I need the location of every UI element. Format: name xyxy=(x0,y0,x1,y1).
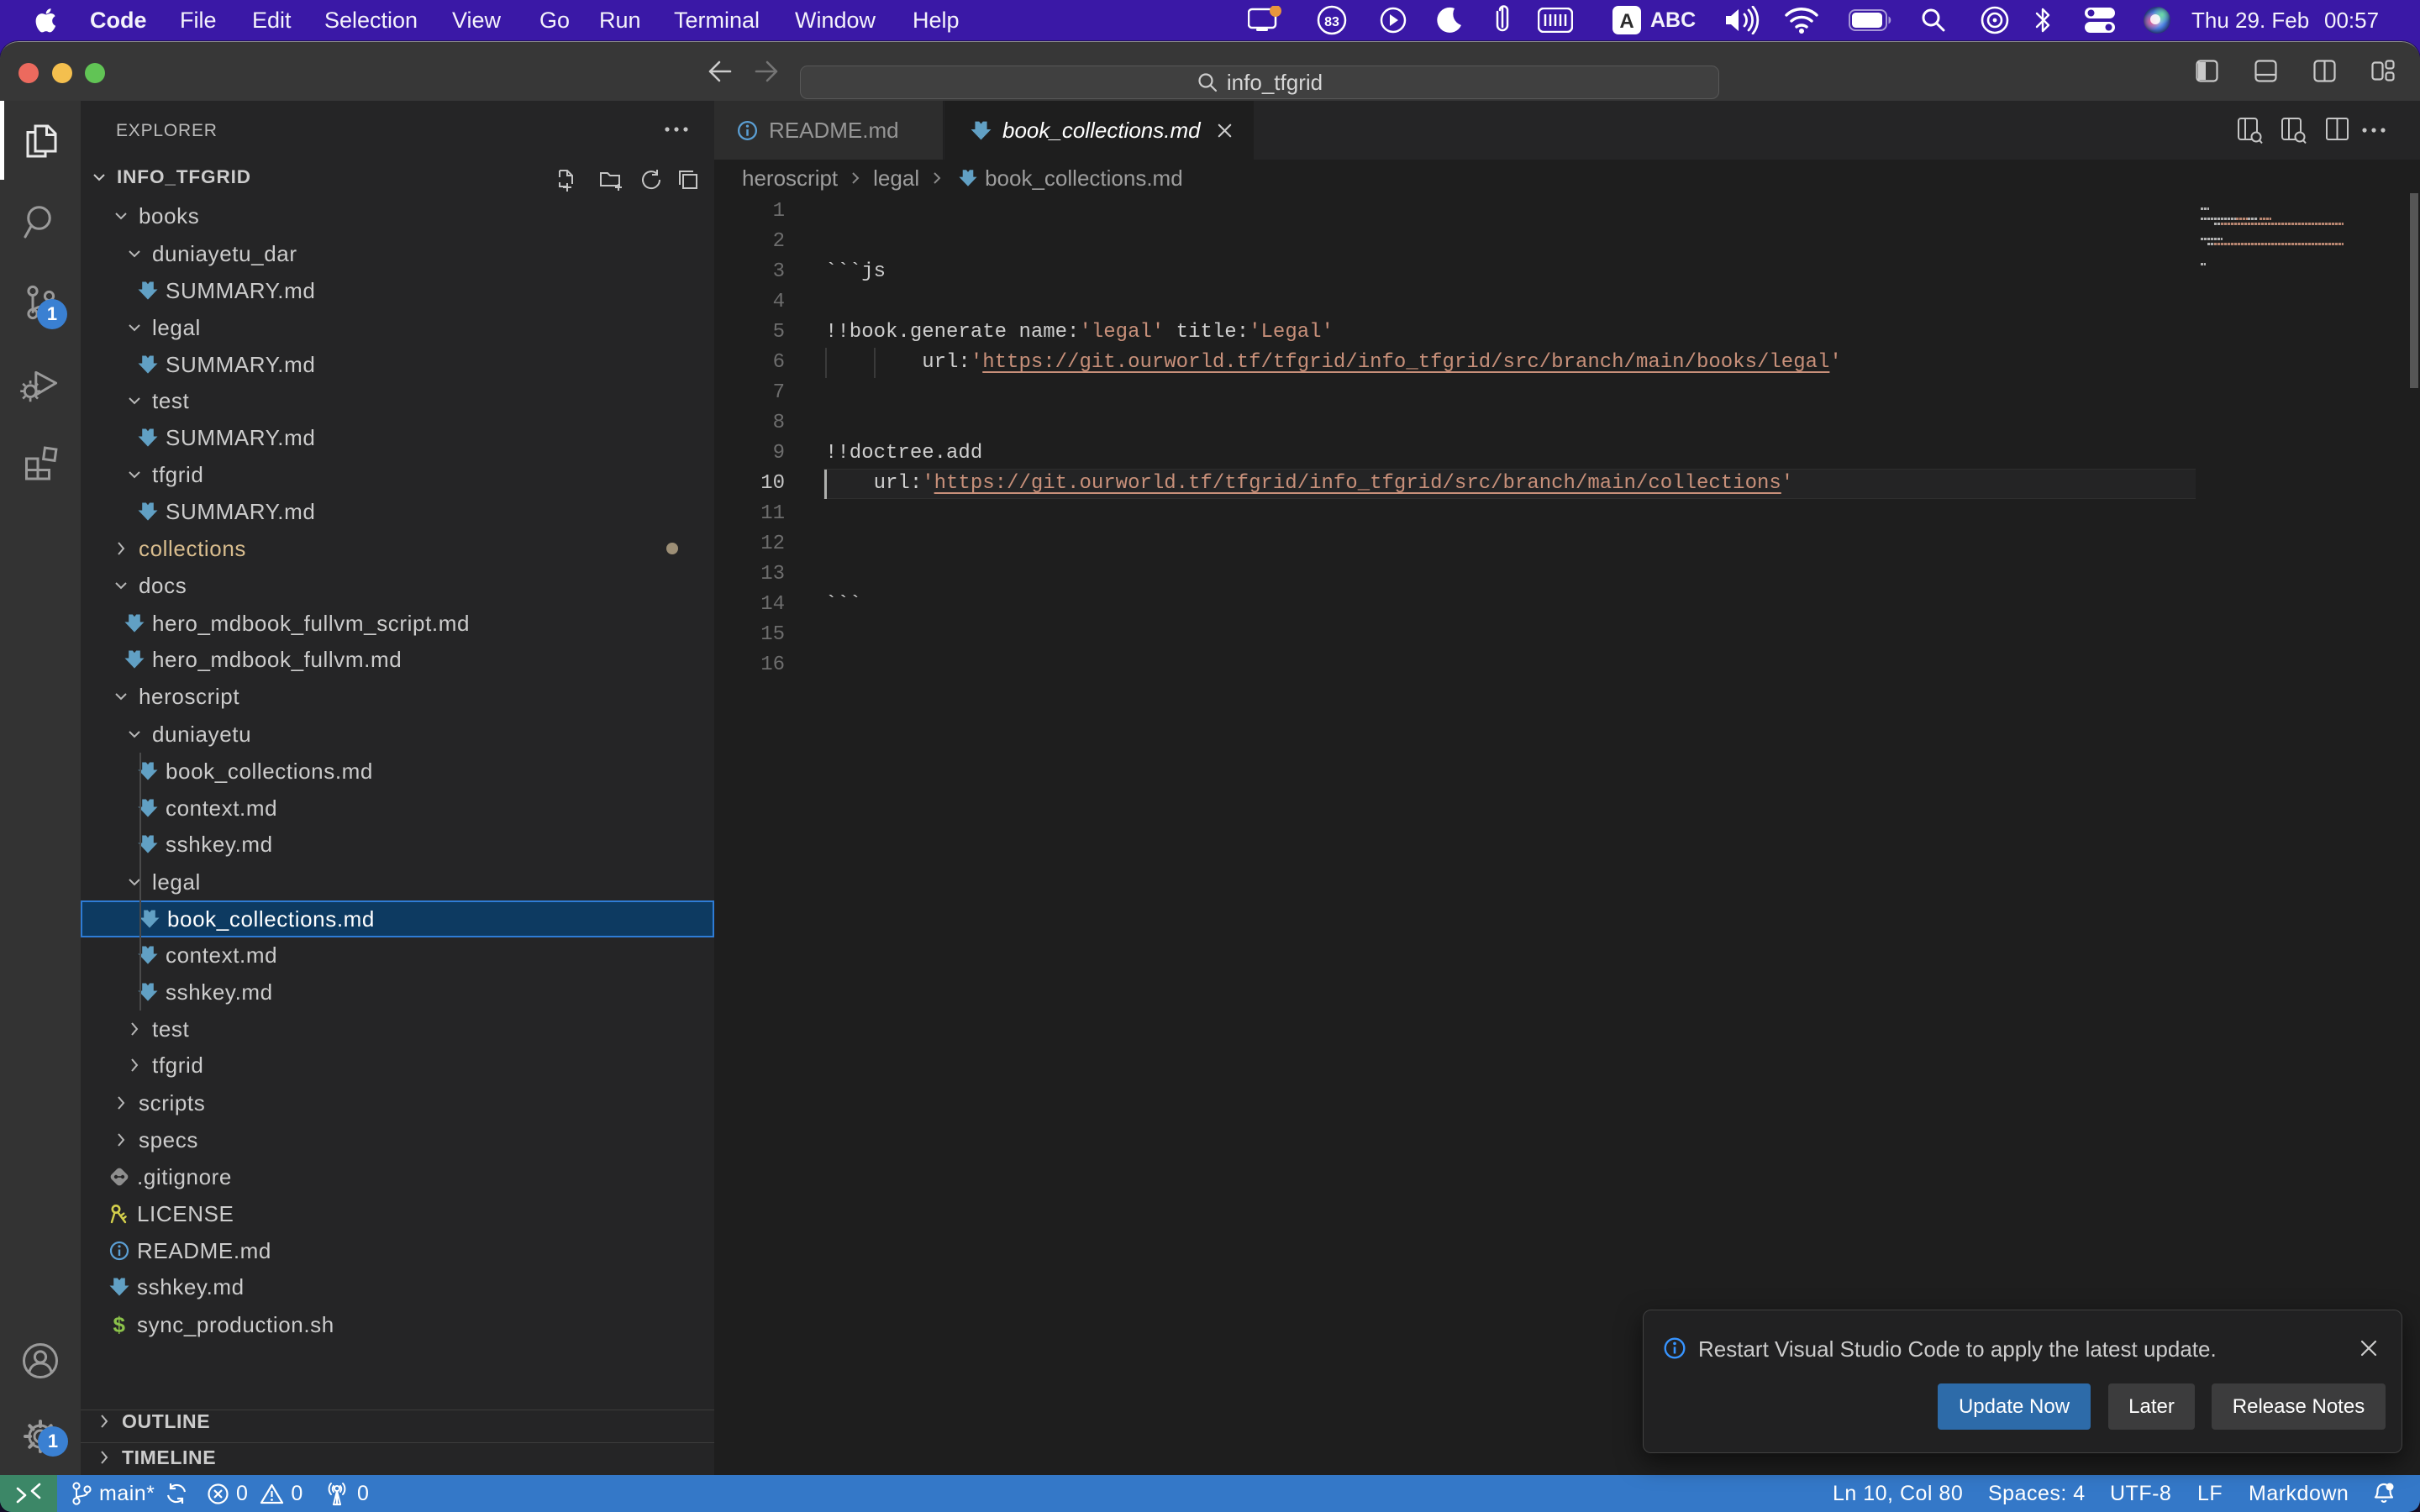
svg-text:83: 83 xyxy=(1324,15,1339,29)
svg-text:A: A xyxy=(1619,10,1634,33)
